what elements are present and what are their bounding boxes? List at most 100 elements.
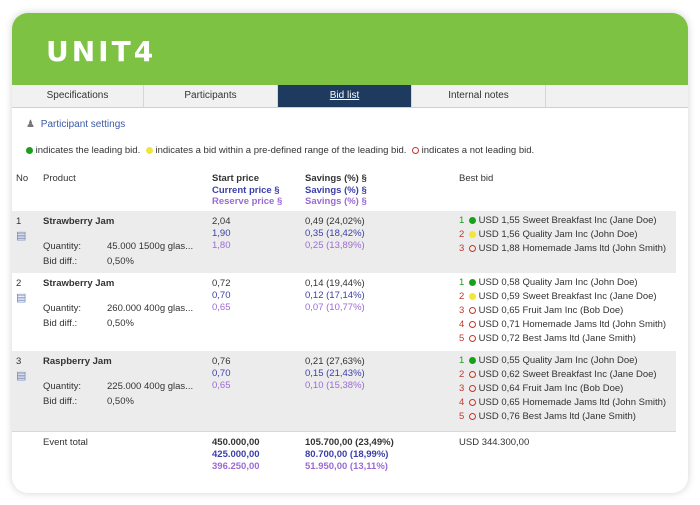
event-total-label: Event total: [43, 437, 88, 448]
start-price: 2,04: [212, 216, 231, 227]
bid-line: 4 USD 0,71 Homemade Jams ltd (John Smith…: [459, 319, 667, 330]
table-row: 1 ▤ Strawberry Jam Quantity: 45.000 1500…: [12, 211, 676, 273]
tab-spacer: [546, 85, 688, 107]
not-leading-circle-icon: [412, 146, 420, 154]
bar-chart-icon[interactable]: ▤: [16, 291, 26, 304]
col-reserve-price[interactable]: Reserve price §: [212, 196, 282, 207]
not-leading-circle-icon: [469, 398, 476, 406]
col-start-price: Start price: [212, 173, 259, 184]
reserve-price: 1,80: [212, 240, 231, 251]
col-savings-2[interactable]: Savings (%) §: [305, 185, 367, 196]
within-dot-icon: [145, 146, 153, 154]
row-no: 3: [16, 356, 22, 367]
not-leading-circle-icon: [469, 334, 476, 342]
savings-current: 0,15 (21,43%): [305, 368, 365, 379]
not-leading-circle-icon: [469, 384, 476, 392]
within-dot-icon: [469, 230, 476, 238]
not-leading-circle-icon: [469, 370, 476, 378]
bid-line: 2 USD 1,56 Quality Jam Inc (John Doe): [459, 229, 638, 240]
qty-label: Quantity:: [43, 241, 82, 252]
table-row: 3 ▤ Raspberry Jam Quantity: 225.000 400g…: [12, 351, 676, 431]
qty-value: 45.000 1500g glas...: [107, 241, 194, 252]
product-name: Raspberry Jam: [43, 356, 112, 367]
bar-chart-icon[interactable]: ▤: [16, 369, 26, 382]
bid-line: 3 USD 1,88 Homemade Jams ltd (John Smith…: [459, 243, 667, 254]
product-name: Strawberry Jam: [43, 216, 115, 227]
leading-dot-icon: [469, 216, 476, 224]
within-dot-icon: [469, 292, 476, 300]
participant-settings-label: Participant settings: [40, 119, 126, 130]
participant-settings-link[interactable]: ♟ Participant settings: [26, 119, 125, 130]
bid-line: 5 USD 0,72 Best Jams ltd (Jane Smith): [459, 333, 636, 344]
event-total-row: Event total 450.000,00 425.000,00 396.25…: [12, 432, 676, 476]
col-no: No: [16, 173, 29, 184]
total-savings-start: 105.700,00 (23,49%): [305, 437, 394, 448]
bid-line: 2 USD 0,59 Sweet Breakfast Inc (Jane Doe…: [459, 291, 657, 302]
unit4-logo: UNIT4: [46, 35, 157, 68]
table-row: 2 ▤ Strawberry Jam Quantity: 260.000 400…: [12, 273, 676, 351]
best-bid-list: 1 USD 1,55 Sweet Breakfast Inc (Jane Doe…: [459, 214, 666, 256]
reserve-price: 0,65: [212, 380, 231, 391]
total-savings-current: 80.700,00 (18,99%): [305, 449, 389, 460]
qty-label: Quantity:: [43, 303, 82, 314]
savings-current: 0,12 (17,14%): [305, 290, 365, 301]
leading-dot-icon: [469, 278, 476, 286]
qty-value: 260.000 400g glas...: [107, 303, 194, 314]
legend-leading: indicates the leading bid.: [35, 145, 141, 156]
col-savings-3[interactable]: Savings (%) §: [305, 196, 367, 207]
tab-specifications[interactable]: Specifications: [12, 85, 144, 107]
row-no: 2: [16, 278, 22, 289]
savings-reserve: 0,07 (10,77%): [305, 302, 365, 313]
bid-diff-label: Bid diff.:: [43, 318, 78, 329]
brand-header: UNIT4: [12, 13, 688, 85]
bid-line: 3 USD 0,65 Fruit Jam Inc (Bob Doe): [459, 305, 624, 316]
tab-internal-notes[interactable]: Internal notes: [412, 85, 546, 107]
qty-value: 225.000 400g glas...: [107, 381, 194, 392]
leading-dot-icon: [469, 356, 476, 364]
not-leading-circle-icon: [469, 320, 476, 328]
current-price: 1,90: [212, 228, 231, 239]
total-best-bid: USD 344.300,00: [459, 437, 530, 448]
col-product: Product: [43, 173, 76, 184]
bid-line: 4 USD 0,65 Homemade Jams ltd (John Smith…: [459, 397, 667, 408]
bid-line: 1 USD 1,55 Sweet Breakfast Inc (Jane Doe…: [459, 215, 657, 226]
not-leading-circle-icon: [469, 306, 476, 314]
bid-line: 5 USD 0,76 Best Jams ltd (Jane Smith): [459, 411, 636, 422]
best-bid-list: 1 USD 0,55 Quality Jam Inc (John Doe) 2 …: [459, 354, 666, 424]
bid-line: 1 USD 0,58 Quality Jam Inc (John Doe): [459, 277, 638, 288]
bid-diff-value: 0,50%: [107, 396, 134, 407]
tab-participants[interactable]: Participants: [144, 85, 278, 107]
bid-line: 1 USD 0,55 Quality Jam Inc (John Doe): [459, 355, 638, 366]
current-price: 0,70: [212, 368, 231, 379]
tab-bar: Specifications Participants Bid list Int…: [12, 85, 688, 108]
table-header: No Product Start price Current price § R…: [12, 173, 688, 213]
product-name: Strawberry Jam: [43, 278, 115, 289]
people-icon: ♟: [26, 119, 35, 130]
col-savings-1[interactable]: Savings (%) §: [305, 173, 367, 184]
bar-chart-icon[interactable]: ▤: [16, 229, 26, 242]
bid-diff-label: Bid diff.:: [43, 256, 78, 267]
start-price: 0,72: [212, 278, 231, 289]
savings-reserve: 0,25 (13,89%): [305, 240, 365, 251]
savings-start: 0,21 (27,63%): [305, 356, 365, 367]
bid-diff-label: Bid diff.:: [43, 396, 78, 407]
legend-within: indicates a bid within a pre-defined ran…: [155, 145, 407, 156]
total-current: 425.000,00: [212, 449, 260, 460]
reserve-price: 0,65: [212, 302, 231, 313]
bid-diff-value: 0,50%: [107, 318, 134, 329]
savings-current: 0,35 (18,42%): [305, 228, 365, 239]
savings-start: 0,14 (19,44%): [305, 278, 365, 289]
bid-diff-value: 0,50%: [107, 256, 134, 267]
col-current-price[interactable]: Current price §: [212, 185, 280, 196]
row-no: 1: [16, 216, 22, 227]
best-bid-list: 1 USD 0,58 Quality Jam Inc (John Doe) 2 …: [459, 276, 666, 346]
bid-line: 2 USD 0,62 Sweet Breakfast Inc (Jane Doe…: [459, 369, 657, 380]
current-price: 0,70: [212, 290, 231, 301]
tab-bid-list[interactable]: Bid list: [278, 85, 412, 107]
total-reserve: 396.250,00: [212, 461, 260, 472]
app-window: UNIT4 Specifications Participants Bid li…: [12, 13, 688, 493]
legend: indicates the leading bid. indicates a b…: [26, 145, 534, 156]
qty-label: Quantity:: [43, 381, 82, 392]
total-start: 450.000,00: [212, 437, 260, 448]
savings-reserve: 0,10 (15,38%): [305, 380, 365, 391]
